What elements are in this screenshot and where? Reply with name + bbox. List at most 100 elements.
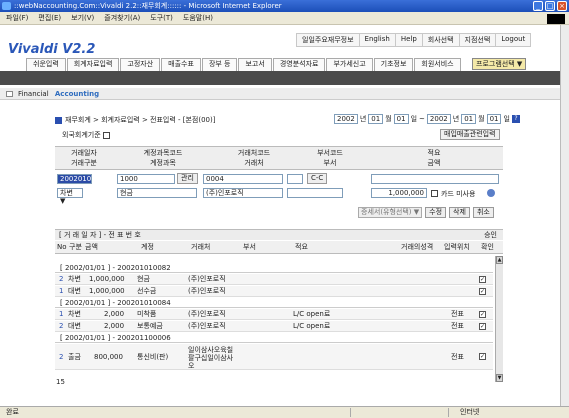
voucher-list: [ 2002/01/01 ] - 200201010082 2 차변 1,000… <box>55 256 493 381</box>
card-checkbox[interactable] <box>431 190 438 197</box>
scroll-down-icon[interactable]: ▼ <box>496 374 503 382</box>
cancel-button[interactable]: 취소 <box>472 207 494 218</box>
link-logout[interactable]: Logout <box>495 33 532 47</box>
menu-help[interactable]: 도움말(H) <box>183 13 213 23</box>
nav-member-service[interactable]: 회원서비스 <box>414 58 461 71</box>
related-input-button[interactable]: 매입매출관련입력 <box>440 129 500 140</box>
card-label: 카드 미사용 <box>441 190 476 198</box>
dept-lookup-button[interactable]: C-C <box>307 173 328 184</box>
nav-accounting-input[interactable]: 회계자료입력 <box>66 58 120 71</box>
dept-code-input[interactable] <box>287 174 303 184</box>
dept-name-field[interactable] <box>287 188 343 198</box>
to-month-input[interactable]: 01 <box>461 114 477 124</box>
scroll-up-icon[interactable]: ▲ <box>496 256 503 264</box>
row-account: 통신비(판) <box>137 353 169 361</box>
row-check[interactable]: ✓ <box>479 276 486 283</box>
amount-input[interactable]: 1,000,000 <box>371 188 427 198</box>
from-month-input[interactable]: 01 <box>368 114 384 124</box>
breadcrumb-text: 재무회계 > 회계자료입력 > 전표입력 - [본점(00)] <box>65 116 216 124</box>
client-code-input[interactable]: 0004 <box>203 174 283 184</box>
status-divider <box>448 408 449 417</box>
nav-basic-info[interactable]: 기초정보 <box>373 58 414 71</box>
header-type: 거래구분 <box>71 159 97 167</box>
status-zone: 인터넷 <box>460 408 480 416</box>
header-client: 거래처 <box>244 159 264 167</box>
link-daily-finance[interactable]: 일일주요재무정보 <box>296 33 359 47</box>
nav-easy-input[interactable]: 쉬운입력 <box>26 58 66 71</box>
row-no: 2 <box>59 322 64 330</box>
info-icon[interactable] <box>487 189 495 197</box>
nav-fixed-assets[interactable]: 고정자산 <box>120 58 161 71</box>
close-button[interactable]: × <box>557 1 567 11</box>
maximize-button[interactable]: □ <box>545 1 555 11</box>
voucher-type-select[interactable]: 증세서(유형선택) ▼ <box>358 207 423 218</box>
nav-bills[interactable]: 매출수표 <box>161 58 201 71</box>
menu-tools[interactable]: 도구(T) <box>150 13 173 23</box>
edit-button[interactable]: 수정 <box>425 207 447 218</box>
table-row[interactable]: 2 대변 2,000 보통예금 (주)인포로직 L/C open료 전표 ✓ <box>55 321 493 332</box>
table-row[interactable]: 2 차변 1,000,000 현금 (주)인포로직 ✓ <box>55 274 493 285</box>
nav-ledgers[interactable]: 장부 등 <box>201 58 238 71</box>
list-scrollbar[interactable]: ▲ ▼ <box>495 256 503 382</box>
row-check[interactable]: ✓ <box>479 288 486 295</box>
window-scrollbar[interactable] <box>560 25 569 407</box>
program-select[interactable]: 프로그램선택 ▼ <box>472 58 527 70</box>
list-title-bar: [ 거 래 일 자 ] - 전 표 번 호 승인 <box>55 229 503 240</box>
from-year-input[interactable]: 2002 <box>334 114 358 124</box>
row-check[interactable]: ✓ <box>479 353 486 360</box>
link-select-branch[interactable]: 지점선택 <box>458 33 496 47</box>
row-client: (주)인포로직 <box>188 275 226 283</box>
row-type: 차변 <box>68 310 81 318</box>
header-dept: 부서 <box>323 159 337 167</box>
memo-input[interactable] <box>371 174 499 184</box>
col-nature: 거래의성격 <box>401 243 434 251</box>
table-row[interactable]: 2 출금 800,000 통신비(판) 일이삼사오육칠팔구십일이삼사오 전표 ✓ <box>55 344 493 370</box>
link-select-company[interactable]: 회사선택 <box>421 33 459 47</box>
nav-vat[interactable]: 부가세신고 <box>326 58 373 71</box>
to-day-input[interactable]: 01 <box>486 114 502 124</box>
minimize-button[interactable]: _ <box>533 1 543 11</box>
breadcrumb: 재무회계 > 회계자료입력 > 전표입력 - [본점(00)] <box>55 115 215 125</box>
row-amount: 800,000 <box>94 353 123 361</box>
row-check[interactable]: ✓ <box>479 311 486 318</box>
voucher-group[interactable]: [ 2002/01/01 ] - 200201010082 <box>55 264 493 273</box>
account-code-input[interactable]: 1000 <box>117 174 175 184</box>
row-memo: L/C open료 <box>293 322 331 330</box>
date-input[interactable]: 20020101 <box>57 174 96 184</box>
to-year-input[interactable]: 2002 <box>426 114 451 124</box>
menu-view[interactable]: 보기(V) <box>71 13 94 23</box>
top-links: 일일주요재무정보 English Help 회사선택 지점선택 Logout <box>296 33 532 47</box>
row-no: 1 <box>59 287 64 295</box>
voucher-type-label: 증세서(유형선택) <box>361 208 412 216</box>
link-english[interactable]: English <box>358 33 395 47</box>
account-name-field[interactable]: 현금 <box>117 188 197 198</box>
nav-reports[interactable]: 보고서 <box>238 58 272 71</box>
type-select[interactable]: 차변 ▼ <box>57 188 83 205</box>
foreign-checkbox[interactable] <box>102 131 110 139</box>
row-amount: 1,000,000 <box>89 287 125 295</box>
menu-file[interactable]: 파일(F) <box>6 13 28 23</box>
row-check[interactable]: ✓ <box>479 323 486 330</box>
nav-analysis[interactable]: 경영분석자료 <box>272 58 326 71</box>
list-title: [ 거 래 일 자 ] - 전 표 번 호 <box>59 231 141 239</box>
foreign-standard: 외국회계기준 <box>62 130 110 140</box>
delete-button[interactable]: 삭제 <box>449 207 470 218</box>
link-help[interactable]: Help <box>394 33 422 47</box>
row-account: 선수금 <box>137 287 157 295</box>
account-lookup-button[interactable]: 관리 <box>177 173 198 184</box>
list-header: No 구분 금액 계정 거래처 부서 적요 거래의성격 입력위치 확인 <box>55 241 503 254</box>
help-icon[interactable]: ? <box>511 115 520 123</box>
client-name-field[interactable]: (주)인포로직 <box>203 188 283 198</box>
menu-edit[interactable]: 편집(E) <box>38 13 61 23</box>
col-position: 입력위치 <box>444 243 470 251</box>
voucher-group[interactable]: [ 2002/01/01 ] - 200201010084 <box>55 299 493 308</box>
from-day-input[interactable]: 01 <box>393 114 409 124</box>
header-account: 계정과목 <box>150 159 176 167</box>
row-position: 전표 <box>451 310 464 318</box>
table-row[interactable]: 1 대변 1,000,000 선수금 (주)인포로직 ✓ <box>55 286 493 297</box>
table-row[interactable]: 1 차변 2,000 미착품 (주)인포로직 L/C open료 전표 ✓ <box>55 309 493 320</box>
col-no: No <box>57 243 67 251</box>
voucher-group[interactable]: [ 2002/01/01 ] - 200201100006 <box>55 334 493 343</box>
col-memo: 적요 <box>295 243 308 251</box>
menu-favorites[interactable]: 즐겨찾기(A) <box>104 13 140 23</box>
